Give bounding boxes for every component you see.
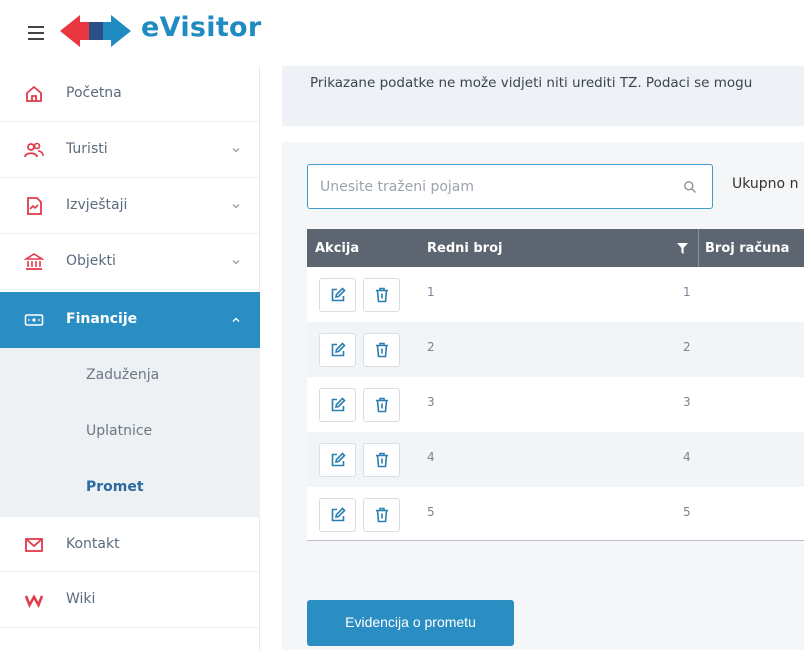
edit-icon bbox=[331, 342, 346, 357]
table-row: 4 4 bbox=[307, 432, 804, 487]
cell-redni-broj: 4 bbox=[427, 450, 435, 464]
cell-redni-broj: 1 bbox=[427, 285, 435, 299]
sidebar-item-kontakt[interactable]: Kontakt bbox=[0, 516, 260, 572]
cell-broj-racuna: 5 bbox=[683, 505, 691, 519]
sidebar-subitem-promet[interactable]: Promet bbox=[0, 460, 260, 516]
evisitor-logo-icon bbox=[60, 15, 131, 47]
cell-redni-broj: 5 bbox=[427, 505, 435, 519]
trash-icon bbox=[376, 342, 388, 358]
search-icon[interactable] bbox=[683, 180, 697, 194]
menu-icon[interactable] bbox=[28, 26, 44, 40]
cell-broj-racuna: 1 bbox=[683, 285, 691, 299]
table-row: 3 3 bbox=[307, 377, 804, 432]
sidebar: Početna Turisti Izvještaji Objekti Finan… bbox=[0, 66, 260, 650]
edit-icon bbox=[331, 507, 346, 522]
sidebar-item-izvjestaji[interactable]: Izvještaji bbox=[0, 178, 260, 234]
table-row: 5 5 bbox=[307, 487, 804, 540]
table-header: Akcija Redni broj Broj računa bbox=[307, 229, 804, 267]
sidebar-subitem-uplatnice[interactable]: Uplatnice bbox=[0, 404, 260, 460]
sidebar-item-label: Početna bbox=[66, 85, 122, 101]
trash-icon bbox=[376, 452, 388, 468]
edit-button[interactable] bbox=[319, 388, 356, 422]
home-icon bbox=[26, 85, 42, 102]
delete-button[interactable] bbox=[363, 333, 400, 367]
table-row: 1 1 bbox=[307, 267, 804, 322]
filter-icon[interactable] bbox=[677, 243, 688, 254]
edit-button[interactable] bbox=[319, 498, 356, 532]
sidebar-item-label: Financije bbox=[66, 311, 138, 327]
edit-icon bbox=[331, 287, 346, 302]
money-icon bbox=[24, 314, 44, 326]
delete-button[interactable] bbox=[363, 388, 400, 422]
delete-button[interactable] bbox=[363, 278, 400, 312]
delete-button[interactable] bbox=[363, 443, 400, 477]
info-notice: Prikazane podatke ne može vidjeti niti u… bbox=[282, 66, 804, 126]
column-header-broj-racuna[interactable]: Broj računa bbox=[705, 241, 789, 256]
total-count-label: Ukupno n bbox=[732, 176, 799, 192]
chevron-up-icon bbox=[232, 317, 240, 322]
financije-submenu: Zaduženja Uplatnice Promet bbox=[0, 348, 260, 516]
sidebar-subitem-label: Promet bbox=[86, 479, 144, 495]
trash-icon bbox=[376, 397, 388, 413]
sidebar-subitem-label: Zaduženja bbox=[86, 367, 160, 383]
column-header-akcija: Akcija bbox=[315, 241, 360, 256]
cell-redni-broj: 2 bbox=[427, 340, 435, 354]
edit-button[interactable] bbox=[319, 278, 356, 312]
edit-button[interactable] bbox=[319, 333, 356, 367]
evidencija-o-prometu-button[interactable]: Evidencija o prometu bbox=[307, 600, 514, 646]
chevron-down-icon bbox=[232, 148, 240, 153]
table-row: 2 2 bbox=[307, 322, 804, 377]
edit-icon bbox=[331, 397, 346, 412]
column-header-redni-broj[interactable]: Redni broj bbox=[427, 241, 502, 256]
sidebar-item-label: Objekti bbox=[66, 253, 116, 269]
sidebar-item-financije[interactable]: Financije bbox=[0, 292, 260, 348]
search-input[interactable] bbox=[320, 175, 660, 199]
trash-icon bbox=[376, 287, 388, 303]
promet-table: Akcija Redni broj Broj računa 1 1 2 2 3 … bbox=[307, 229, 804, 541]
notice-text: Prikazane podatke ne može vidjeti niti u… bbox=[310, 75, 753, 91]
sidebar-item-label: Izvještaji bbox=[66, 197, 128, 213]
wiki-icon bbox=[24, 594, 44, 609]
top-bar: eVisitor bbox=[0, 0, 804, 62]
cell-broj-racuna: 3 bbox=[683, 395, 691, 409]
chevron-down-icon bbox=[232, 260, 240, 265]
sidebar-item-label: Turisti bbox=[66, 141, 108, 157]
mail-icon bbox=[25, 538, 43, 552]
users-icon bbox=[24, 142, 44, 158]
report-icon bbox=[27, 197, 42, 215]
building-icon bbox=[24, 253, 44, 270]
main-content: Prikazane podatke ne može vidjeti niti u… bbox=[282, 66, 804, 650]
trash-icon bbox=[376, 507, 388, 523]
search-field bbox=[307, 164, 713, 209]
delete-button[interactable] bbox=[363, 498, 400, 532]
action-button-label: Evidencija o prometu bbox=[345, 614, 476, 630]
sidebar-item-label: Kontakt bbox=[66, 536, 120, 552]
sidebar-item-wiki[interactable]: Wiki bbox=[0, 572, 260, 628]
cell-broj-racuna: 4 bbox=[683, 450, 691, 464]
sidebar-item-label: Wiki bbox=[66, 591, 96, 607]
sidebar-subitem-label: Uplatnice bbox=[86, 423, 153, 439]
sidebar-item-objekti[interactable]: Objekti bbox=[0, 234, 260, 290]
app-logo-text: eVisitor bbox=[141, 12, 262, 43]
cell-broj-racuna: 2 bbox=[683, 340, 691, 354]
content-panel: Ukupno n Akcija Redni broj Broj računa bbox=[282, 142, 804, 650]
chevron-down-icon bbox=[232, 204, 240, 209]
sidebar-subitem-zaduzenja[interactable]: Zaduženja bbox=[0, 348, 260, 404]
sidebar-item-turisti[interactable]: Turisti bbox=[0, 122, 260, 178]
sidebar-item-pocetna[interactable]: Početna bbox=[0, 66, 260, 122]
cell-redni-broj: 3 bbox=[427, 395, 435, 409]
edit-icon bbox=[331, 452, 346, 467]
edit-button[interactable] bbox=[319, 443, 356, 477]
